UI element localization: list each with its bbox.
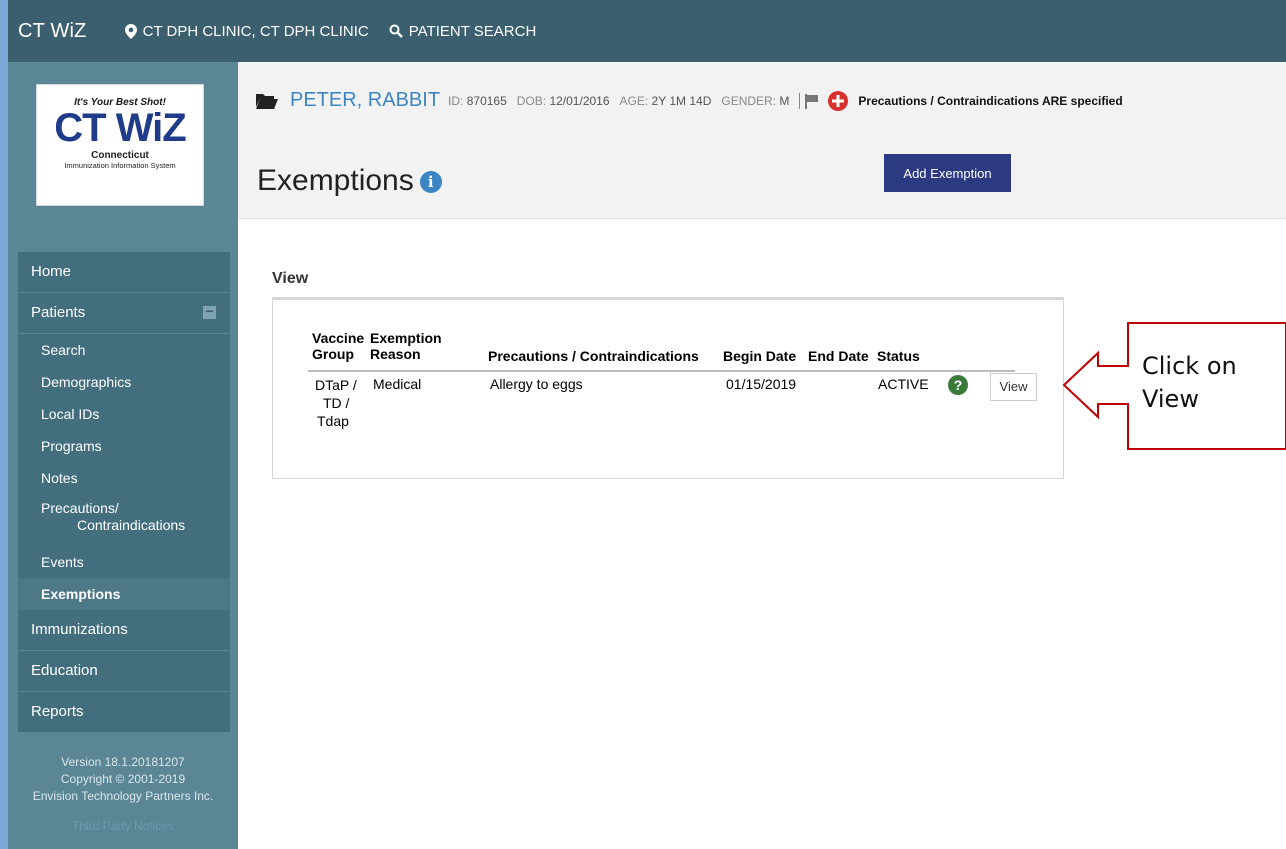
clinic-name: CT DPH CLINIC, CT DPH CLINIC — [142, 22, 369, 40]
sidebar-item-patients[interactable]: Patients − — [18, 293, 230, 334]
patient-header: PETER, RABBIT ID: 870165 DOB: 12/01/2016… — [238, 62, 1286, 142]
col-header-status: Status — [877, 348, 920, 364]
logo-name: CT WiZ — [54, 106, 186, 150]
patient-search-link[interactable]: PATIENT SEARCH — [389, 22, 537, 40]
precautions-notice: Precautions / Contraindications ARE spec… — [858, 93, 1123, 108]
table-header-divider — [308, 370, 1015, 372]
page-title-text: Exemptions — [257, 164, 414, 197]
col-header-precautions: Precautions / Contraindications — [488, 348, 699, 364]
sidebar-item-label: Patients — [31, 304, 86, 321]
search-icon — [389, 24, 403, 38]
third-party-link[interactable]: Third Party Notices — [8, 818, 238, 835]
patient-search-label: PATIENT SEARCH — [408, 22, 537, 40]
cell-status: ACTIVE — [878, 376, 929, 392]
sidebar-item-exemptions[interactable]: Exemptions — [18, 578, 230, 610]
logo-system: Immunization Information System — [64, 161, 176, 170]
divider — [799, 92, 801, 109]
info-icon[interactable]: i — [419, 171, 442, 194]
clinic-selector[interactable]: CT DPH CLINIC, CT DPH CLINIC — [124, 22, 369, 40]
map-marker-icon — [124, 23, 137, 39]
sidebar-item-label: Precautions/ — [41, 500, 119, 516]
sidebar-item-education[interactable]: Education — [18, 651, 230, 692]
click-view-callout: Click on View — [1062, 322, 1286, 455]
col-header-end-date: End Date — [808, 348, 869, 364]
patient-id: ID: 870165 — [448, 93, 507, 108]
view-section-heading: View — [272, 270, 309, 287]
collapse-icon[interactable]: − — [203, 304, 216, 319]
patients-submenu: Search Demographics Local IDs Programs N… — [18, 334, 230, 610]
sidebar-nav: Home Patients − Search Demographics Loca… — [18, 252, 230, 733]
cell-vaccine-group: DTaP / TD / Tdap — [315, 377, 357, 429]
patient-dob: DOB: 12/01/2016 — [516, 93, 610, 108]
sidebar-item-immunizations[interactable]: Immunizations — [18, 610, 230, 651]
page-title: Exemptions i — [257, 164, 442, 198]
col-header-vaccine-group: Vaccine Group — [312, 330, 365, 362]
sidebar-footer: Version 18.1.20181207 Copyright © 2001-2… — [8, 754, 238, 835]
sidebar: It's Your Best Shot! CT WiZ Connecticut … — [8, 62, 238, 849]
view-exemption-button[interactable]: View — [990, 373, 1037, 401]
flag-icon[interactable] — [804, 93, 820, 109]
company-text: Envision Technology Partners Inc. — [32, 789, 214, 803]
logo-state: Connecticut — [91, 150, 149, 161]
patient-name-link[interactable]: PETER, RABBIT — [290, 89, 440, 112]
version-text: Version 18.1.20181207 — [61, 755, 185, 769]
patient-info-row: PETER, RABBIT ID: 870165 DOB: 12/01/2016… — [256, 89, 1123, 112]
patient-age: AGE: 2Y 1M 14D — [619, 93, 712, 108]
folder-open-icon — [256, 94, 278, 109]
col-header-begin-date: Begin Date — [723, 348, 797, 364]
sidebar-item-home[interactable]: Home — [18, 252, 230, 293]
copyright-text: Copyright © 2001-2019 — [60, 772, 186, 786]
col-header-exemption-reason: Exemption Reason — [370, 330, 442, 362]
sidebar-item-reports[interactable]: Reports — [18, 692, 230, 733]
sidebar-item-label: Contraindications — [77, 517, 186, 533]
sidebar-item-precautions[interactable]: Precautions/ Contraindications — [18, 494, 230, 546]
cell-exemption-reason: Medical — [373, 376, 422, 392]
sidebar-item-demographics[interactable]: Demographics — [18, 366, 230, 398]
sidebar-item-programs[interactable]: Programs — [18, 430, 230, 462]
brand-link[interactable]: CT WiZ — [18, 20, 87, 43]
callout-text: Click on View — [1142, 352, 1237, 413]
ct-wiz-logo: It's Your Best Shot! CT WiZ Connecticut … — [36, 84, 204, 206]
sidebar-item-search[interactable]: Search — [18, 334, 230, 366]
cell-precaution: Allergy to eggs — [490, 376, 583, 392]
page-header: Exemptions i Add Exemption — [238, 142, 1286, 219]
sidebar-item-events[interactable]: Events — [18, 546, 230, 578]
cell-begin-date: 01/15/2019 — [726, 376, 797, 392]
patient-gender: GENDER: M — [721, 93, 790, 108]
top-navbar: CT WiZ CT DPH CLINIC, CT DPH CLINIC PATI… — [8, 0, 1286, 62]
sidebar-item-local-ids[interactable]: Local IDs — [18, 398, 230, 430]
sidebar-item-notes[interactable]: Notes — [18, 462, 230, 494]
add-exemption-button[interactable]: Add Exemption — [884, 154, 1011, 192]
exemptions-panel: Vaccine Group Exemption Reason Precautions… — [272, 297, 1064, 479]
question-circle-icon[interactable]: ? — [948, 375, 968, 395]
plus-circle-icon[interactable] — [828, 90, 849, 111]
